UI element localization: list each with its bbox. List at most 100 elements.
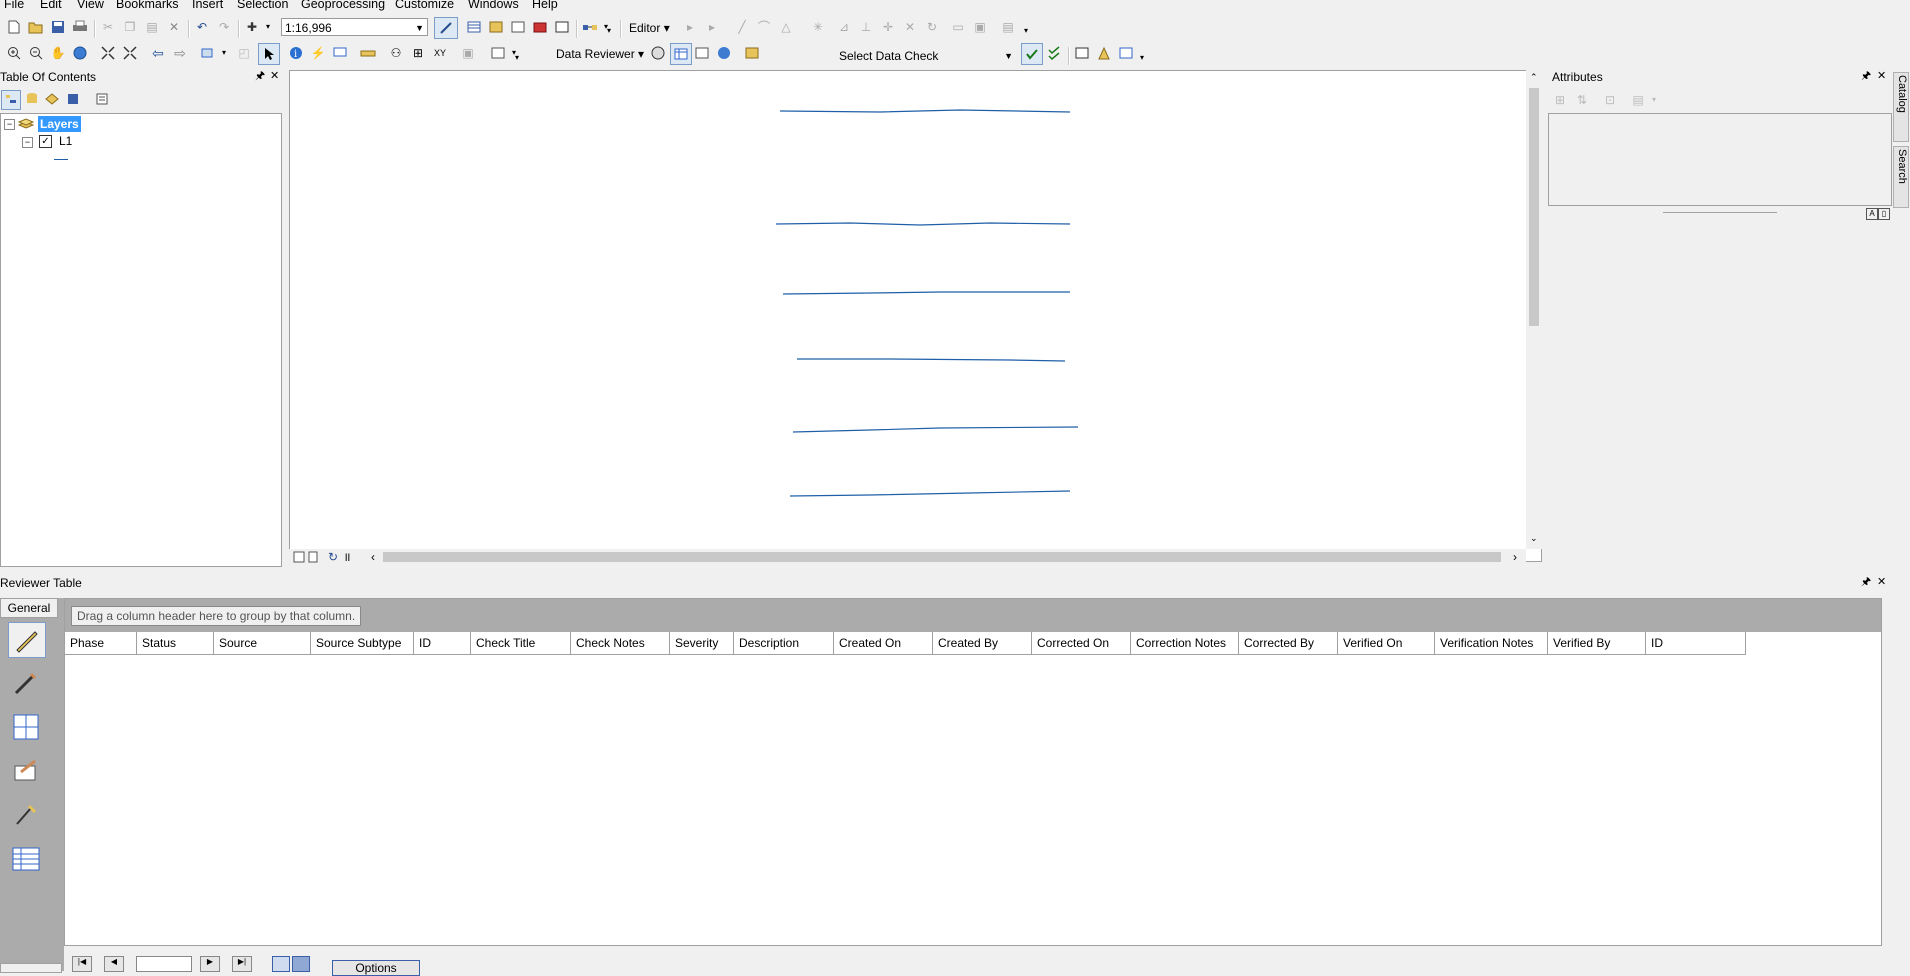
list-by-visibility-icon[interactable] [44, 91, 60, 107]
find-binoculars-icon[interactable]: ⚇ [388, 45, 404, 61]
search-side-tab[interactable]: Search [1893, 146, 1909, 208]
menu-file[interactable]: File [4, 0, 24, 12]
record-number-input[interactable] [136, 956, 192, 972]
list-by-selection-icon[interactable] [66, 91, 82, 107]
column-header[interactable]: Verification Notes [1435, 632, 1548, 655]
menu-geoprocessing[interactable]: Geoprocessing [301, 0, 385, 12]
pin-icon[interactable]: 🖈 [1861, 69, 1871, 83]
list-by-drawing-order-icon[interactable] [1, 90, 21, 110]
chevron-down-icon[interactable]: ▾ [260, 19, 276, 35]
scroll-left-icon[interactable]: ‹ [365, 549, 381, 565]
fixed-zoom-in-icon[interactable] [100, 45, 116, 61]
delete-icon[interactable]: ✕ [166, 19, 182, 35]
catalog-window-icon[interactable] [488, 19, 504, 35]
column-header[interactable]: Source Subtype [311, 632, 414, 655]
cut-polygons-icon[interactable]: ⊥ [858, 19, 874, 35]
python-window-icon[interactable] [554, 19, 570, 35]
column-header[interactable]: Phase [65, 632, 137, 655]
identify-icon[interactable]: i [288, 45, 304, 61]
reviewer-session-manager-icon[interactable] [650, 45, 666, 61]
next-record-icon[interactable]: ▶ [200, 956, 220, 972]
run-batch-job-icon[interactable] [1074, 45, 1090, 61]
open-time-slider-icon[interactable]: ▣ [460, 45, 476, 61]
pin-icon[interactable]: 🖈 [1861, 575, 1871, 589]
horizontal-scrollbar-thumb[interactable] [383, 552, 1501, 562]
column-header[interactable]: ID [1646, 632, 1746, 655]
pan-hand-icon[interactable]: ✋ [50, 45, 66, 61]
clear-selection-icon[interactable]: ◰ [236, 45, 252, 61]
straight-segment-icon[interactable]: ╱ [734, 19, 750, 35]
reviewer-commit-icon[interactable] [8, 798, 44, 832]
attributes-tool-icon[interactable]: ↻ [924, 19, 940, 35]
create-viewer-window-icon[interactable] [490, 45, 506, 61]
last-record-icon[interactable]: ▶| [232, 956, 252, 972]
close-icon[interactable]: ✕ [1877, 69, 1886, 83]
go-back-icon[interactable]: ⇦ [150, 45, 166, 61]
collapse-icon[interactable]: − [4, 119, 15, 130]
select-features-icon[interactable] [200, 45, 216, 61]
data-reviewer-menu[interactable]: Data Reviewer ▾ [556, 46, 644, 62]
toc-options-icon[interactable] [94, 91, 110, 107]
map-vertical-scrollbar[interactable]: ⌃ ⌄ [1526, 70, 1542, 549]
select-data-check-dropdown[interactable]: Select Data Check ▼ [836, 47, 1016, 65]
map-view[interactable] [289, 70, 1542, 562]
column-header[interactable]: Corrected On [1032, 632, 1131, 655]
column-header[interactable]: Status [137, 632, 214, 655]
reviewer-brush-icon[interactable] [8, 666, 44, 700]
reviewer-table-icon[interactable] [670, 43, 692, 65]
sketch-properties-icon[interactable]: ▭ [950, 19, 966, 35]
scrollbar-thumb[interactable] [1529, 88, 1539, 326]
new-document-icon[interactable] [6, 19, 22, 35]
reshape-feature-icon[interactable]: ⊿ [836, 19, 852, 35]
measure-icon[interactable] [360, 45, 376, 61]
edit-tool-icon[interactable]: ▸ [682, 19, 698, 35]
scroll-right-icon[interactable]: › [1507, 549, 1523, 565]
attributes-splitter[interactable] [1663, 212, 1777, 213]
scroll-up-icon[interactable]: ⌃ [1530, 72, 1538, 83]
html-popup-icon[interactable] [332, 45, 348, 61]
edit-annotation-icon[interactable]: ▸ [704, 19, 720, 35]
column-header[interactable]: Severity [670, 632, 734, 655]
options-button[interactable]: Options [332, 960, 420, 976]
zoom-out-icon[interactable] [28, 45, 44, 61]
copy-icon[interactable]: ❐ [122, 19, 138, 35]
column-header[interactable]: Check Notes [571, 632, 670, 655]
full-extent-icon[interactable] [72, 45, 88, 61]
data-check-properties-icon[interactable] [1046, 45, 1062, 61]
arctoolbox-icon[interactable] [532, 19, 548, 35]
chevron-down-icon[interactable]: ▾ [1646, 92, 1662, 108]
menu-help[interactable]: Help [532, 0, 558, 12]
pause-drawing-icon[interactable]: ॥ [339, 549, 355, 565]
split-tool-icon[interactable]: ✛ [880, 19, 896, 35]
reviewer-write-to-table-icon[interactable] [8, 754, 44, 788]
reviewer-table-view-icon[interactable] [8, 842, 44, 876]
undo-icon[interactable]: ↶ [194, 19, 210, 35]
toolbar-overflow-icon[interactable]: ▾ [1138, 50, 1146, 66]
find-route-icon[interactable]: ⊞ [410, 45, 426, 61]
go-forward-icon[interactable]: ⇨ [172, 45, 188, 61]
column-header[interactable]: Created On [834, 632, 933, 655]
column-header[interactable]: Description [734, 632, 834, 655]
previous-record-icon[interactable]: ◀ [104, 956, 124, 972]
rotate-tool-icon[interactable]: ✕ [902, 19, 918, 35]
menu-insert[interactable]: Insert [192, 0, 223, 12]
toolbar-overflow-icon[interactable]: ▾ [605, 23, 613, 39]
reviewer-bottom-tab[interactable] [0, 963, 62, 973]
edit-vertices-icon[interactable]: ✳ [810, 19, 826, 35]
reviewer-overview-icon[interactable] [716, 45, 732, 61]
layer-name[interactable]: L1 [59, 133, 72, 149]
list-by-source-icon[interactable] [24, 91, 40, 107]
redo-icon[interactable]: ↷ [216, 19, 232, 35]
related-records-icon[interactable]: ⊡ [1602, 92, 1618, 108]
tab-general[interactable]: General [0, 598, 58, 618]
toolbar-overflow-icon[interactable]: ▾ [513, 50, 521, 66]
menu-edit[interactable]: Edit [40, 0, 62, 12]
model-builder-icon[interactable] [582, 19, 598, 35]
flag-missing-features-icon[interactable] [1096, 45, 1112, 61]
cut-icon[interactable]: ✂ [100, 19, 116, 35]
catalog-side-tab[interactable]: Catalog [1893, 72, 1909, 142]
end-point-arc-icon[interactable]: ⌒ [756, 19, 772, 35]
column-header[interactable]: Verified By [1548, 632, 1646, 655]
editor-menu[interactable]: Editor ▾ [629, 20, 670, 36]
reviewer-pencil-icon[interactable] [8, 622, 46, 658]
